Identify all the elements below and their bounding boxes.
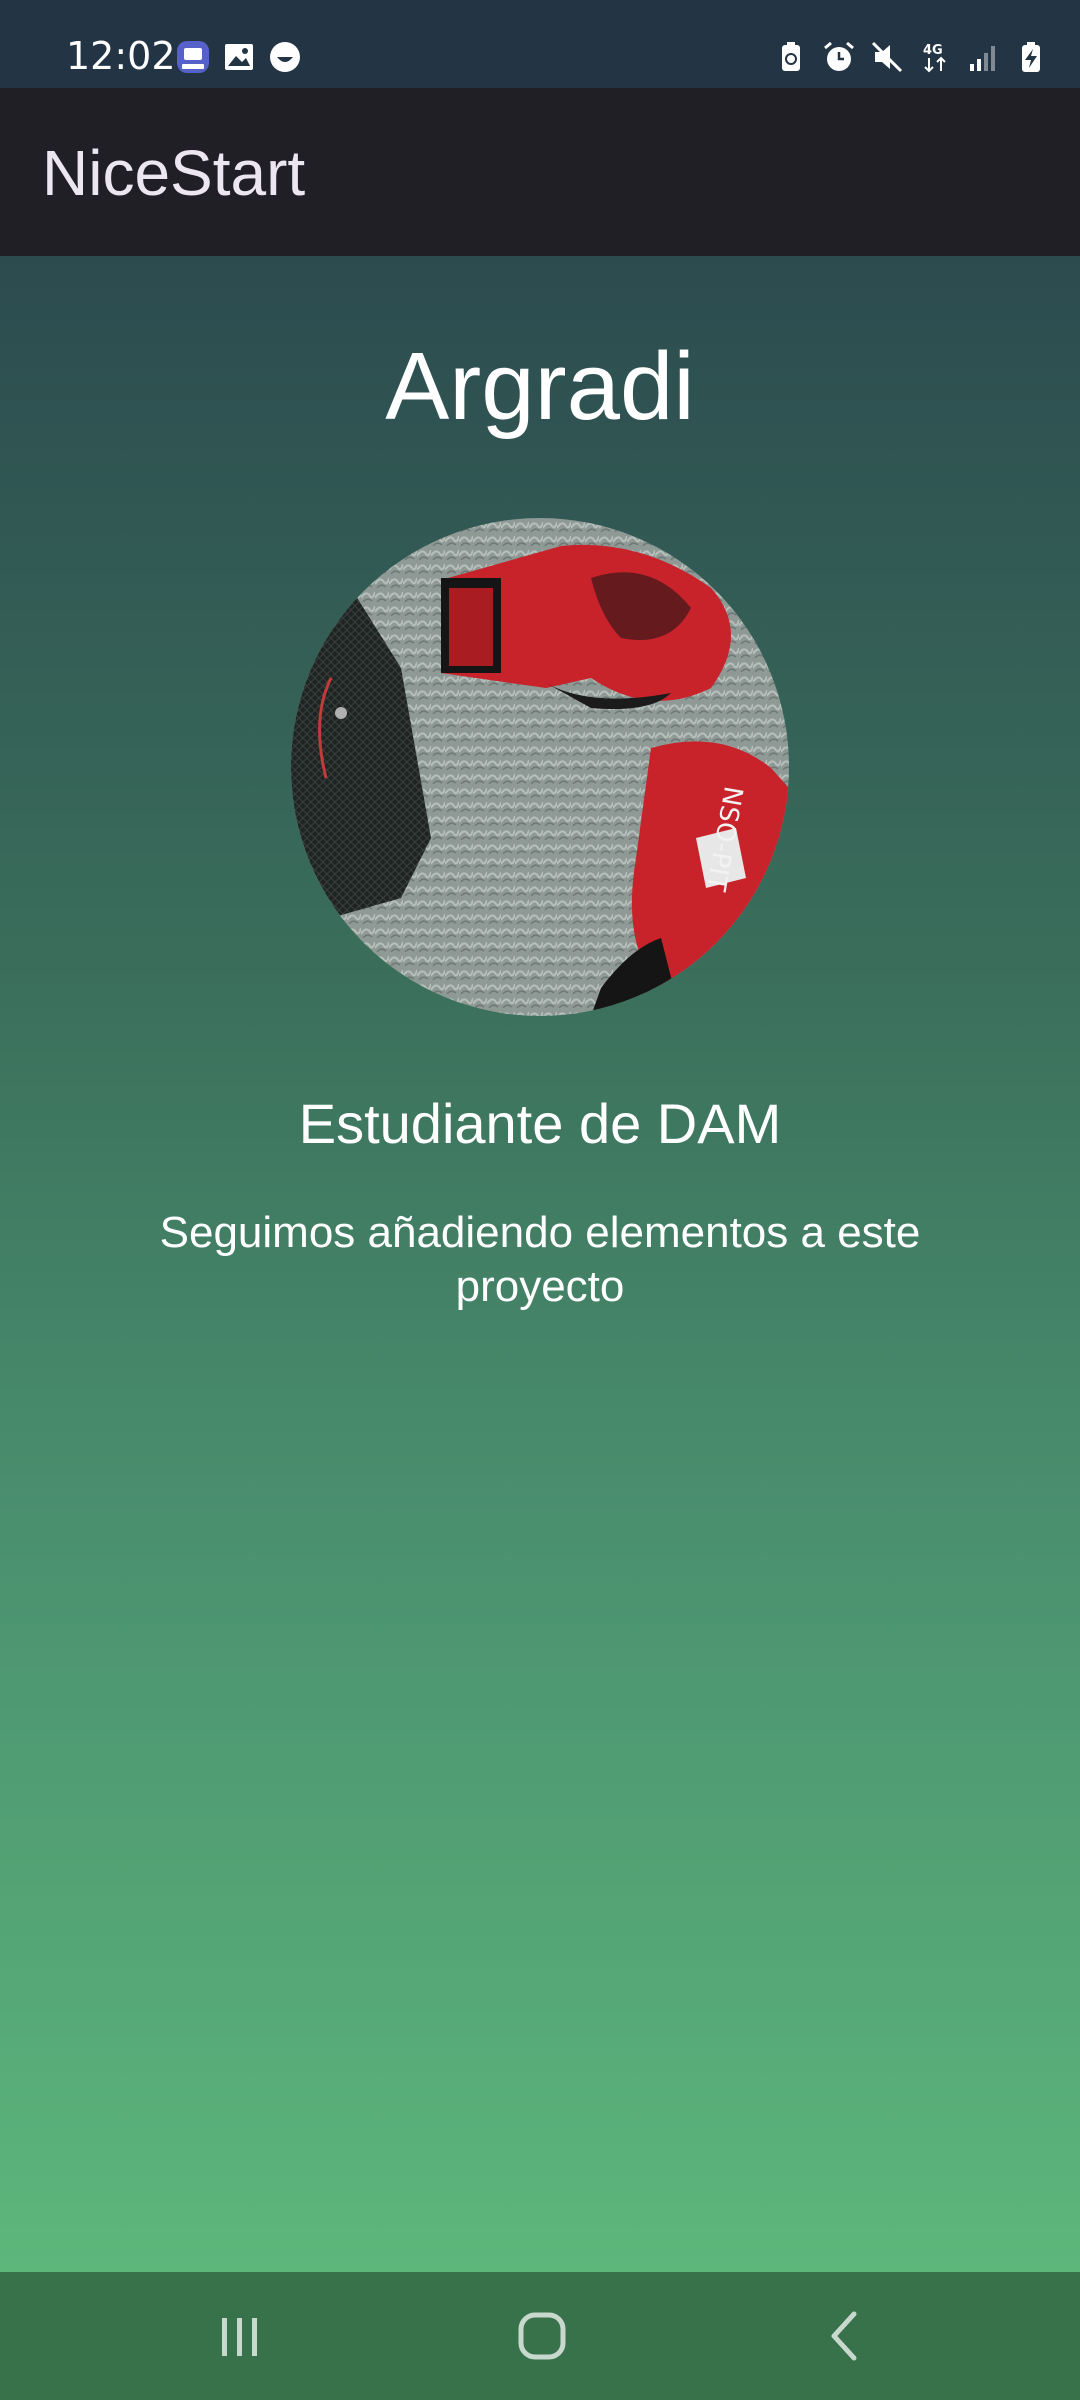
profile-description: Seguimos añadiendo elementos a este proy… [159,1208,921,1311]
svg-text:4G: 4G [923,43,943,58]
status-left-icons [176,40,302,74]
status-bar: 12:02 4G [0,0,1080,88]
mute-icon [871,41,903,73]
battery-saver-icon [782,42,800,71]
image-icon [225,44,253,70]
profile-subtitle: Estudiante de DAM [298,1092,782,1155]
profile-avatar: NSO-PIT [291,518,789,1016]
tv-app-icon [177,41,209,73]
app-bar: NiceStart [0,88,1080,256]
main-content: Argradi NSO-PIT Estudiante de DAM Seguim… [0,256,1080,2272]
app-title: NiceStart [42,137,306,209]
home-icon[interactable] [502,2296,582,2376]
back-icon[interactable] [804,2296,884,2376]
status-right-icons: 4G [774,40,1048,74]
battery-charging-icon [1022,42,1040,72]
network-4g-icon: 4G [923,43,946,73]
smiley-icon [270,42,300,72]
navigation-bar [0,2272,1080,2400]
status-time: 12:02 [66,34,176,78]
signal-icon [970,46,995,71]
profile-name: Argradi [385,333,695,440]
alarm-icon [824,41,854,71]
recent-apps-icon[interactable] [200,2296,280,2376]
boxing-gloves-photo: NSO-PIT [291,518,789,1016]
